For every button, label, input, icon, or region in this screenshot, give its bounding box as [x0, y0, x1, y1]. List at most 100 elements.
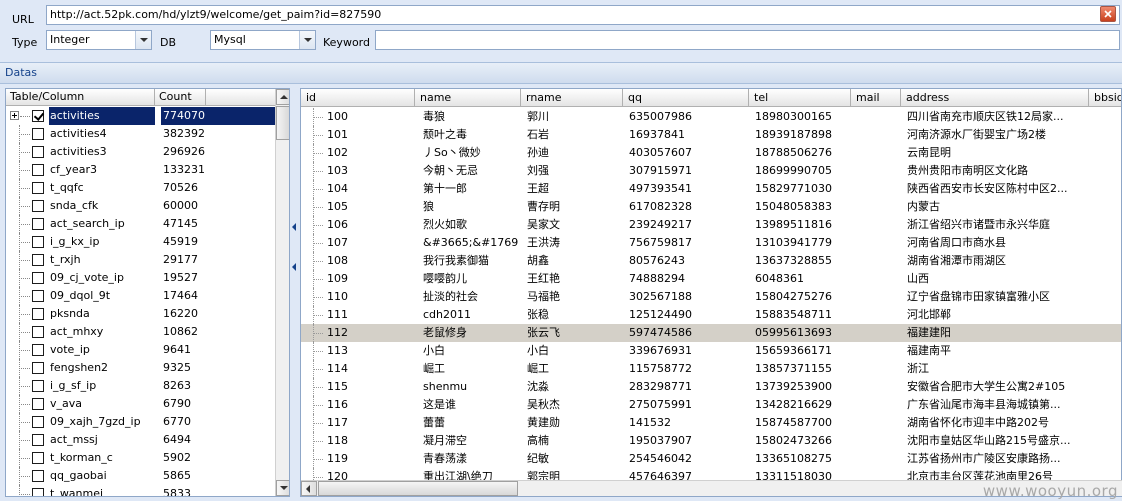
table-row[interactable]: 110 扯淡的社会 马福艳 302567188 15804275276 辽宁省盘锦市田家镇…: [301, 288, 1121, 306]
tree-row[interactable]: 09_dqol_9t 17464: [6, 287, 275, 305]
column-header-table[interactable]: Table/Column: [6, 89, 155, 106]
tree-connector: [313, 207, 323, 208]
tree-row[interactable]: t_rxjh 29177: [6, 251, 275, 269]
tree-row[interactable]: v_ava 6790: [6, 395, 275, 413]
cell-qq: 125124490: [629, 308, 692, 321]
row-checkbox[interactable]: [32, 470, 44, 482]
close-button[interactable]: [1100, 6, 1116, 22]
column-header-rname[interactable]: rname: [521, 89, 623, 107]
scroll-thumb[interactable]: [318, 481, 518, 496]
tree-row[interactable]: act_mssj 6494: [6, 431, 275, 449]
row-checkbox[interactable]: [32, 452, 44, 464]
table-row[interactable]: 108 我行我素御猫 胡鑫 80576243 13637328855 湖南省湘潭市雨湖区: [301, 252, 1121, 270]
left-vertical-scrollbar[interactable]: [275, 89, 289, 496]
table-row[interactable]: 103 今朝丶无忌 刘强 307915971 18699990705 贵州贵阳市南明区文化…: [301, 162, 1121, 180]
tree-row[interactable]: t_qqfc 70526: [6, 179, 275, 197]
cell-address: 四川省南充市顺庆区铁12局家...: [907, 110, 1064, 123]
row-checkbox[interactable]: [32, 128, 44, 140]
table-row[interactable]: 118 凝月滞空 高楠 195037907 15802473266 沈阳市皇姑区华山路21…: [301, 432, 1121, 450]
scroll-up-arrow-icon[interactable]: [276, 89, 289, 105]
cell-address: 福建南平: [907, 344, 951, 357]
table-row[interactable]: 117 蕾蕾 黄建勋 141532 15874587700 湖南省怀化市迎丰中路202号: [301, 414, 1121, 432]
tree-row[interactable]: activities3 296926: [6, 143, 275, 161]
row-checkbox[interactable]: [32, 380, 44, 392]
cell-address: 安徽省合肥市大学生公寓2#105: [907, 380, 1066, 393]
tree-row[interactable]: activities 774070: [6, 107, 275, 125]
table-row[interactable]: 114 崛工 崛工 115758772 13857371155 浙江: [301, 360, 1121, 378]
cell-address: 河北邯郸: [907, 308, 951, 321]
column-header-qq[interactable]: qq: [623, 89, 749, 107]
column-header-address[interactable]: address: [901, 89, 1089, 107]
table-row[interactable]: 115 shenmu 沈淼 283298771 13739253900 安徽省合肥市大学生…: [301, 378, 1121, 396]
table-row[interactable]: 106 烈火如歌 吴家文 239249217 13989511816 浙江省绍兴市诸暨市永…: [301, 216, 1121, 234]
table-row[interactable]: 112 老鼠修身 张云飞 597474586 05995613693 福建建阳: [301, 324, 1121, 342]
tree-row[interactable]: i_g_kx_ip 45919: [6, 233, 275, 251]
table-row[interactable]: 107 &#3665;&#1769... 王洪涛 756759817 131039417…: [301, 234, 1121, 252]
row-checkbox[interactable]: [32, 362, 44, 374]
pane-splitter[interactable]: [291, 88, 298, 497]
column-header-id[interactable]: id: [301, 89, 415, 107]
column-header-name[interactable]: name: [415, 89, 521, 107]
row-checkbox[interactable]: [32, 344, 44, 356]
row-checkbox[interactable]: [32, 182, 44, 194]
row-checkbox[interactable]: [32, 488, 44, 496]
table-row[interactable]: 101 颓叶之毒 石岩 16937841 18939187898 河南济源水厂街婴宝广场2…: [301, 126, 1121, 144]
row-checkbox[interactable]: [32, 398, 44, 410]
row-checkbox[interactable]: [32, 272, 44, 284]
tree-row[interactable]: act_mhxy 10862: [6, 323, 275, 341]
row-checkbox[interactable]: [32, 218, 44, 230]
row-checkbox[interactable]: [32, 254, 44, 266]
tree-row[interactable]: t_korman_c 5902: [6, 449, 275, 467]
expand-plus-icon[interactable]: [10, 111, 19, 120]
tree-row[interactable]: cf_year3 133231: [6, 161, 275, 179]
chevron-down-icon[interactable]: [135, 31, 151, 49]
table-row[interactable]: 102 丿So丶微妙 孙迪 403057607 18788506276 云南昆明: [301, 144, 1121, 162]
table-row[interactable]: 104 第十一郎 王超 497393541 15829771030 陕西省西安市长安区陈村…: [301, 180, 1121, 198]
table-row[interactable]: 111 cdh2011 张稳 125124490 15883548711 河北邯郸: [301, 306, 1121, 324]
tree-row[interactable]: i_g_sf_ip 8263: [6, 377, 275, 395]
cell-mail: [857, 414, 899, 432]
table-row[interactable]: 119 青春荡漾 纪敏 254546042 13365108275 江苏省扬州市广陵区安康…: [301, 450, 1121, 468]
tree-row[interactable]: 09_xajh_7gzd_ip 6770: [6, 413, 275, 431]
tree-row[interactable]: t_wanmei 5833: [6, 485, 275, 496]
table-row[interactable]: 105 狼 曹存明 617082328 15048058383 内蒙古: [301, 198, 1121, 216]
row-checkbox[interactable]: [32, 236, 44, 248]
chevron-down-icon[interactable]: [299, 31, 315, 49]
scroll-left-arrow-icon[interactable]: [301, 481, 317, 496]
row-checkbox[interactable]: [32, 416, 44, 428]
tree-row[interactable]: activities4 382392: [6, 125, 275, 143]
scroll-thumb[interactable]: [276, 106, 289, 140]
row-checkbox[interactable]: [32, 200, 44, 212]
table-row[interactable]: 116 这是谁 吴秋杰 275075991 13428216629 广东省汕尾市海丰县海城…: [301, 396, 1121, 414]
row-checkbox[interactable]: [32, 290, 44, 302]
row-checkbox[interactable]: [32, 164, 44, 176]
url-input[interactable]: http://act.52pk.com/hd/ylzt9/welcome/get…: [46, 5, 1120, 25]
row-checkbox[interactable]: [32, 110, 44, 122]
tree-row[interactable]: act_search_ip 47145: [6, 215, 275, 233]
db-select[interactable]: Mysql: [210, 30, 316, 50]
tree-row[interactable]: snda_cfk 60000: [6, 197, 275, 215]
cell-rname: 孙迪: [527, 146, 549, 159]
type-select[interactable]: Integer: [46, 30, 152, 50]
collapse-left-icon[interactable]: [292, 263, 296, 271]
tree-row[interactable]: pksnda 16220: [6, 305, 275, 323]
scroll-down-arrow-icon[interactable]: [276, 480, 289, 496]
table-row[interactable]: 109 嘤嘤韵儿 王红艳 74888294 6048361 山西: [301, 270, 1121, 288]
table-name: pksnda: [50, 307, 90, 320]
row-checkbox[interactable]: [32, 146, 44, 158]
column-header-count[interactable]: Count: [155, 89, 206, 106]
table-row[interactable]: 100 毒狼 郭川 635007986 18980300165 四川省南充市顺庆区铁12局…: [301, 108, 1121, 126]
column-header-mail[interactable]: mail: [851, 89, 901, 107]
row-checkbox[interactable]: [32, 308, 44, 320]
column-header-tel[interactable]: tel: [749, 89, 851, 107]
collapse-left-icon[interactable]: [292, 223, 296, 231]
column-header-bbsid[interactable]: bbsid: [1089, 89, 1121, 107]
tree-row[interactable]: 09_cj_vote_ip 19527: [6, 269, 275, 287]
tree-row[interactable]: qq_gaobai 5865: [6, 467, 275, 485]
tree-row[interactable]: fengshen2 9325: [6, 359, 275, 377]
tree-row[interactable]: vote_ip 9641: [6, 341, 275, 359]
table-row[interactable]: 113 小白 小白 339676931 15659366171 福建南平: [301, 342, 1121, 360]
row-checkbox[interactable]: [32, 434, 44, 446]
row-checkbox[interactable]: [32, 326, 44, 338]
keyword-input[interactable]: [375, 30, 1120, 50]
